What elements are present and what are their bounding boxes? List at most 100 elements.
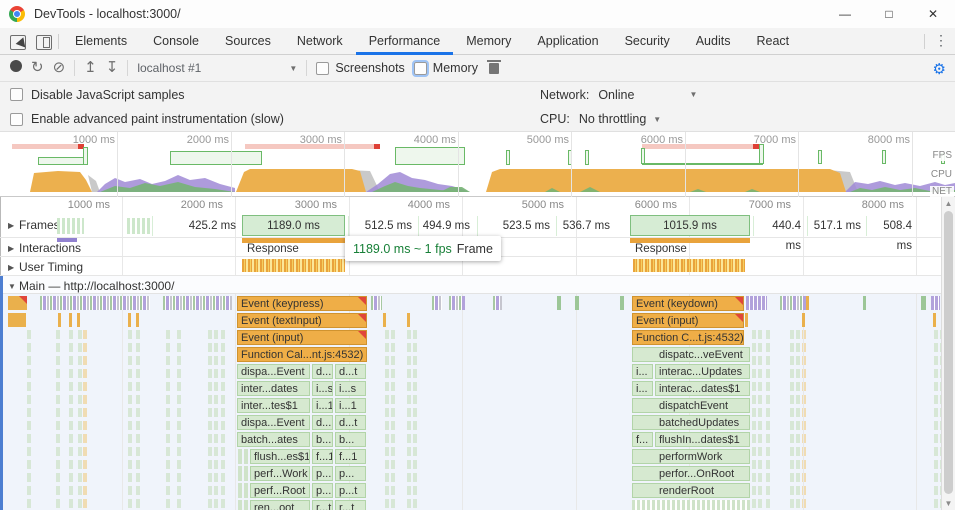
flame-call[interactable]: d... [312,415,333,430]
load-profile-icon[interactable]: ↥ [84,60,97,76]
tab-sources[interactable]: Sources [212,28,284,55]
screenshots-checkbox[interactable] [316,62,329,75]
scroll-down-icon[interactable]: ▼ [942,497,955,510]
flame-call[interactable]: p... [312,466,333,481]
frame-cell[interactable]: 536.7 ms [556,216,614,236]
frame-cell[interactable]: 1189.0 ms [242,215,345,236]
more-options-icon[interactable]: ⋮ [933,32,949,49]
profile-select[interactable]: localhost #1 ▼ [137,61,297,75]
device-toolbar-icon[interactable] [36,35,52,50]
flame-event[interactable]: Event (input) [632,313,744,328]
flame-call[interactable]: dispatc...veEvent [632,347,750,362]
user-timing-bar[interactable] [242,259,345,272]
flame-call[interactable]: p...t [335,483,366,498]
flame-event[interactable]: Event (input) [237,330,367,345]
tab-network[interactable]: Network [284,28,356,55]
tab-react[interactable]: React [743,28,802,55]
flame-call[interactable]: b... [312,432,333,447]
flame-call[interactable]: interac...Updates [655,364,750,379]
minimize-button[interactable]: — [823,0,867,28]
chevron-down-icon[interactable]: ▼ [653,115,661,124]
frame-cell[interactable]: 494.9 ms [418,216,474,236]
flame-call[interactable]: r...t [335,500,366,510]
reload-record-icon[interactable]: ↻ [31,60,44,76]
flame-call[interactable]: r...t [312,500,333,510]
flame-call[interactable]: performWork [632,449,750,464]
flame-call[interactable]: dispa...Event [237,415,310,430]
disable-js-checkbox[interactable] [10,88,23,101]
flame-event[interactable]: Function Cal...nt.js:4532) [237,347,367,362]
tab-audits[interactable]: Audits [683,28,744,55]
inspect-element-icon[interactable] [10,35,26,50]
flame-call[interactable]: inter...tes$1 [237,398,310,413]
flame-call[interactable]: f...1 [312,449,333,464]
frames-track-toggle[interactable]: ▶Frames [8,218,60,232]
frame-cell[interactable]: 523.5 ms [477,216,554,236]
flame-call[interactable]: f...1 [335,449,366,464]
flame-call[interactable]: b... [335,432,366,447]
vertical-scrollbar[interactable]: ▲ ▼ [941,197,955,510]
flame-call[interactable]: perf...Work [250,466,310,481]
tab-performance[interactable]: Performance [356,28,454,55]
flame-call[interactable]: flushIn...dates$1 [655,432,750,447]
devtools-window: DevTools - localhost:3000/ — □ ✕ Element… [0,0,955,510]
timeline-overview[interactable]: FPS CPU NET 1000 ms2000 ms3000 ms4000 ms… [0,132,955,197]
flame-call[interactable]: d... [312,364,333,379]
flame-call[interactable]: dispatchEvent [632,398,750,413]
flame-call[interactable]: inter...dates [237,381,310,396]
network-select[interactable]: Online [598,88,634,102]
flame-call[interactable]: i...1 [312,398,333,413]
save-profile-icon[interactable]: ↧ [106,60,119,76]
flame-call[interactable]: perfor...OnRoot [632,466,750,481]
frame-cell[interactable]: 1015.9 ms [630,215,750,236]
frame-cell[interactable]: 512.5 ms [348,216,416,236]
flame-call[interactable]: flush...es$1 [250,449,310,464]
flame-call[interactable]: p... [335,466,366,481]
flame-call[interactable]: perf...Root [250,483,310,498]
gear-icon[interactable]: ⚙ [933,60,946,78]
tab-application[interactable]: Application [524,28,611,55]
flame-call[interactable]: d...t [335,364,366,379]
flame-event[interactable]: Function C...t.js:4532) [632,330,744,345]
user-timing-track-toggle[interactable]: ▶User Timing [8,260,83,274]
memory-checkbox[interactable] [414,62,427,75]
main-track-toggle[interactable]: ▼Main — http://localhost:3000/ [8,279,174,293]
cpu-select[interactable]: No throttling [579,112,646,126]
tab-memory[interactable]: Memory [453,28,524,55]
record-button[interactable] [10,60,22,76]
user-timing-bar[interactable] [633,259,745,272]
flame-call[interactable]: renderRoot [632,483,750,498]
flame-call[interactable]: batchedUpdates [632,415,750,430]
close-button[interactable]: ✕ [911,0,955,28]
interactions-track-toggle[interactable]: ▶Interactions [8,241,81,255]
flame-call[interactable]: i... [632,364,653,379]
flame-call[interactable]: i...s [312,381,333,396]
frame-cell[interactable]: 508.4 ms [866,216,916,236]
maximize-button[interactable]: □ [867,0,911,28]
flame-call[interactable]: d...t [335,415,366,430]
flame-call[interactable]: f... [632,432,653,447]
frame-cell[interactable]: 440.4 ms [753,216,805,236]
flame-call[interactable]: i...1 [335,398,366,413]
advanced-paint-checkbox[interactable] [10,113,23,126]
flame-event[interactable]: Event (keydown) [632,296,744,311]
scrollbar-thumb[interactable] [944,211,953,494]
tab-elements[interactable]: Elements [62,28,140,55]
flame-event[interactable]: Event (textInput) [237,313,367,328]
scroll-up-icon[interactable]: ▲ [942,197,955,210]
chevron-down-icon[interactable]: ▼ [689,90,697,99]
frame-cell[interactable]: 517.1 ms [807,216,865,236]
flame-call[interactable]: dispa...Event [237,364,310,379]
clear-icon[interactable]: ⊘ [53,60,66,76]
tab-console[interactable]: Console [140,28,212,55]
tab-security[interactable]: Security [612,28,683,55]
flame-call[interactable]: batch...ates [237,432,310,447]
flame-call[interactable]: ren...oot [250,500,310,510]
flame-event[interactable]: Event (keypress) [237,296,367,311]
flame-call[interactable]: i... [632,381,653,396]
flame-call[interactable]: interac...dates$1 [655,381,750,396]
frame-cell[interactable]: 425.2 ms [152,216,240,236]
flame-call[interactable]: i...s [335,381,366,396]
trash-icon[interactable] [489,63,499,74]
flame-call[interactable]: p... [312,483,333,498]
